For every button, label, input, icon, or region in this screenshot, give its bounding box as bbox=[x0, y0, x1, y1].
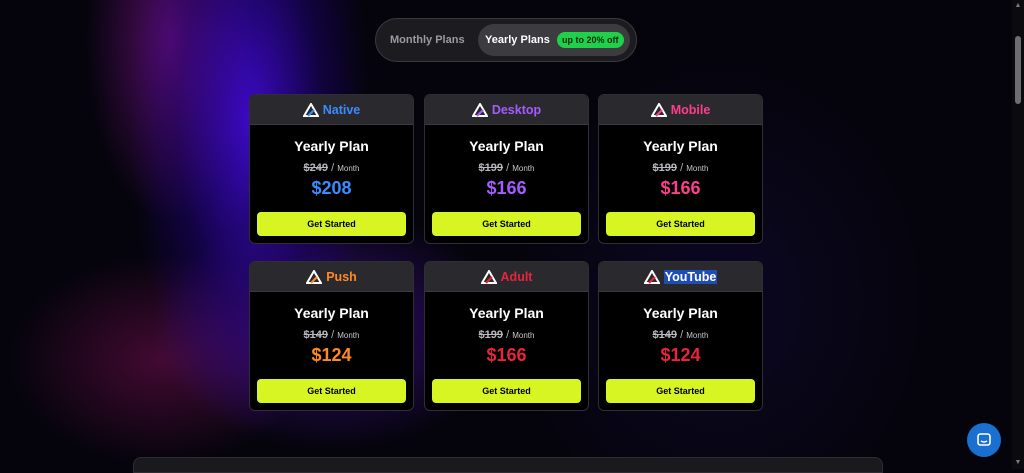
logo-icon bbox=[643, 269, 660, 284]
yearly-plans-tab[interactable]: Yearly Plans up to 20% off bbox=[478, 24, 630, 56]
plan-card-push: Push Yearly Plan $149 / Month $124 Get S… bbox=[249, 261, 414, 411]
price-period: Month bbox=[337, 331, 360, 340]
price: $124 bbox=[311, 345, 352, 365]
plan-card-native: Native Yearly Plan $249 / Month $208 Get… bbox=[249, 94, 414, 244]
card-header: Adult bbox=[425, 262, 588, 292]
price-period: Month bbox=[512, 164, 535, 173]
yearly-plans-label: Yearly Plans bbox=[485, 34, 550, 46]
old-price: $199 bbox=[478, 329, 504, 341]
price-period: Month bbox=[512, 331, 535, 340]
logo-icon bbox=[302, 102, 319, 117]
plan-label: Yearly Plan bbox=[643, 138, 718, 154]
plan-card-mobile: Mobile Yearly Plan $199 / Month $166 Get… bbox=[598, 94, 763, 244]
old-price-row: $199 / Month bbox=[599, 162, 762, 174]
logo-icon bbox=[480, 269, 497, 284]
old-price-row: $149 / Month bbox=[250, 329, 413, 341]
old-price-row: $199 / Month bbox=[425, 162, 588, 174]
plan-card-youtube: YouTube Yearly Plan $149 / Month $124 Ge… bbox=[598, 261, 763, 411]
monthly-plans-tab[interactable]: Monthly Plans bbox=[390, 19, 465, 61]
old-price: $249 bbox=[303, 162, 329, 174]
chat-launcher-button[interactable] bbox=[967, 423, 1001, 457]
card-header: Native bbox=[250, 95, 413, 125]
get-started-button[interactable]: Get Started bbox=[606, 212, 755, 236]
price-period: Month bbox=[686, 331, 709, 340]
page-scrollbar[interactable]: ▲ ▼ bbox=[1012, 0, 1024, 469]
logo-icon bbox=[306, 269, 323, 284]
plan-card-desktop: Desktop Yearly Plan $199 / Month $166 Ge… bbox=[424, 94, 589, 244]
plan-label: Yearly Plan bbox=[469, 138, 544, 154]
price-separator: / bbox=[331, 329, 335, 341]
price-period: Month bbox=[686, 164, 709, 173]
card-header: Desktop bbox=[425, 95, 588, 125]
price-separator: / bbox=[680, 329, 684, 341]
old-price-row: $249 / Month bbox=[250, 162, 413, 174]
card-header: Push bbox=[250, 262, 413, 292]
old-price-row: $199 / Month bbox=[425, 329, 588, 341]
discount-badge: up to 20% off bbox=[557, 32, 624, 48]
price: $166 bbox=[486, 178, 527, 198]
card-title: Desktop bbox=[491, 102, 542, 117]
card-header: Mobile bbox=[599, 95, 762, 125]
old-price: $149 bbox=[303, 329, 329, 341]
plan-card-adult: Adult Yearly Plan $199 / Month $166 Get … bbox=[424, 261, 589, 411]
get-started-button[interactable]: Get Started bbox=[432, 212, 581, 236]
old-price-row: $149 / Month bbox=[599, 329, 762, 341]
get-started-button[interactable]: Get Started bbox=[432, 379, 581, 403]
price-period: Month bbox=[337, 164, 360, 173]
price: $124 bbox=[660, 345, 701, 365]
card-title: Adult bbox=[500, 269, 533, 284]
scroll-up-icon[interactable]: ▲ bbox=[1014, 2, 1022, 10]
plan-label: Yearly Plan bbox=[643, 305, 718, 321]
plan-label: Yearly Plan bbox=[294, 138, 369, 154]
old-price: $199 bbox=[652, 162, 678, 174]
plan-label: Yearly Plan bbox=[469, 305, 544, 321]
get-started-button[interactable]: Get Started bbox=[257, 212, 406, 236]
scroll-down-icon[interactable]: ▼ bbox=[1014, 459, 1022, 467]
price: $208 bbox=[311, 178, 352, 198]
bottom-panel bbox=[133, 457, 883, 473]
price-separator: / bbox=[506, 329, 510, 341]
price-separator: / bbox=[506, 162, 510, 174]
card-title: YouTube bbox=[663, 269, 718, 284]
price: $166 bbox=[660, 178, 701, 198]
scrollbar-thumb[interactable] bbox=[1015, 36, 1021, 104]
get-started-button[interactable]: Get Started bbox=[257, 379, 406, 403]
old-price: $199 bbox=[478, 162, 504, 174]
price-separator: / bbox=[331, 162, 335, 174]
card-title: Native bbox=[322, 102, 361, 117]
get-started-button[interactable]: Get Started bbox=[606, 379, 755, 403]
card-header: YouTube bbox=[599, 262, 762, 292]
logo-icon bbox=[471, 102, 488, 117]
card-title: Push bbox=[326, 269, 357, 284]
plan-label: Yearly Plan bbox=[294, 305, 369, 321]
old-price: $149 bbox=[652, 329, 678, 341]
chat-icon bbox=[977, 433, 991, 446]
price-separator: / bbox=[680, 162, 684, 174]
logo-icon bbox=[650, 102, 667, 117]
price: $166 bbox=[486, 345, 527, 365]
card-title: Mobile bbox=[670, 102, 711, 117]
plan-toggle: Monthly Plans Yearly Plans up to 20% off bbox=[375, 18, 637, 62]
